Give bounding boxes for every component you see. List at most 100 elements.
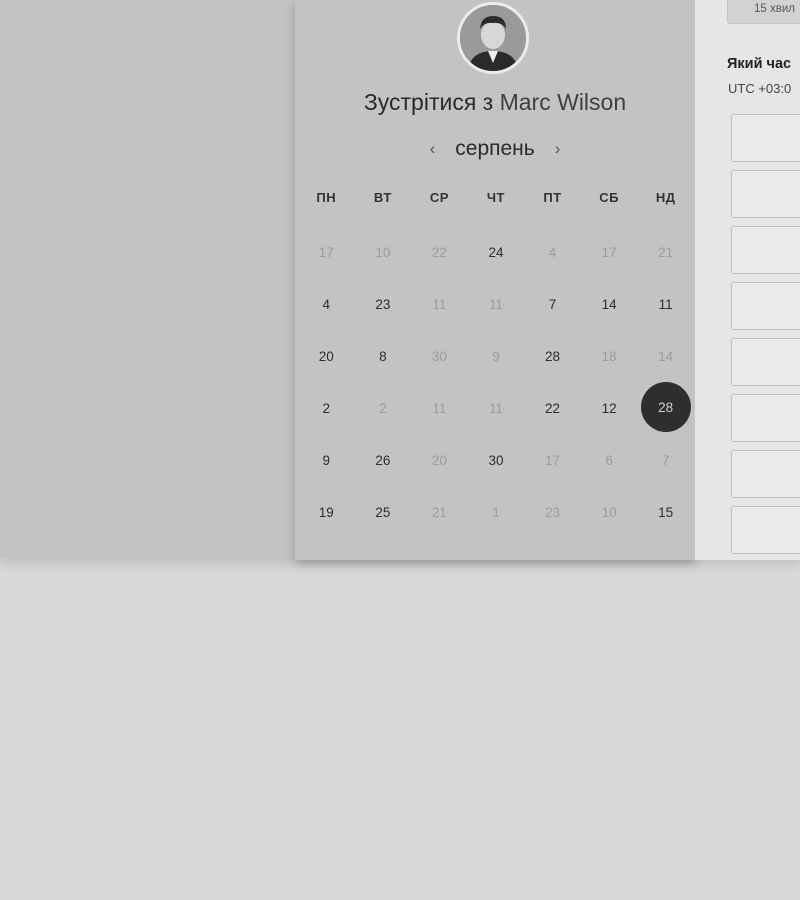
calendar-day-number: 18 xyxy=(601,348,617,364)
calendar-day: 4 xyxy=(524,226,581,278)
calendar-day[interactable]: 9 xyxy=(298,434,355,486)
calendar-day[interactable]: 2 xyxy=(298,382,355,434)
calendar-day-number: 10 xyxy=(601,504,617,520)
calendar-day-number: 7 xyxy=(661,452,670,468)
calendar-day: 21 xyxy=(637,226,694,278)
calendar-day: 11 xyxy=(411,278,468,330)
calendar-day: 30 xyxy=(411,330,468,382)
calendar-day-number: 2 xyxy=(379,400,387,416)
calendar-day[interactable]: 22 xyxy=(524,382,581,434)
calendar-day: 11 xyxy=(411,382,468,434)
calendar-day: 6 xyxy=(581,434,638,486)
calendar-day: 9 xyxy=(468,330,525,382)
calendar-day-number: 17 xyxy=(601,244,617,260)
calendar-day-selected[interactable]: 28 xyxy=(637,382,694,434)
calendar-day-number: 9 xyxy=(322,452,331,468)
calendar-day-number: 11 xyxy=(488,400,503,416)
calendar-day: 20 xyxy=(411,434,468,486)
calendar-day[interactable]: 25 xyxy=(355,486,412,538)
calendar-day: 11 xyxy=(468,278,525,330)
calendar-day[interactable]: 23 xyxy=(355,278,412,330)
calendar-day-number: 11 xyxy=(488,296,503,312)
time-slot-button[interactable] xyxy=(731,506,800,554)
time-slot-button[interactable] xyxy=(731,226,800,274)
calendar-day[interactable]: 26 xyxy=(355,434,412,486)
weekday-label: ЧТ xyxy=(486,190,505,205)
host-avatar xyxy=(457,2,529,74)
timezone-label[interactable]: UTC +03:0 xyxy=(728,81,791,96)
host-name: Marc Wilson xyxy=(499,89,627,115)
weekday-label: ПТ xyxy=(543,190,562,205)
calendar-day[interactable]: 12 xyxy=(581,382,638,434)
calendar-day: 11 xyxy=(468,382,525,434)
calendar-day: 17 xyxy=(581,226,638,278)
calendar-day-number: 4 xyxy=(322,296,331,312)
calendar-day[interactable]: 30 xyxy=(468,434,525,486)
calendar-day-number: 21 xyxy=(431,504,447,520)
calendar-day-number: 30 xyxy=(431,348,447,364)
calendar-day-number: 23 xyxy=(545,504,561,520)
current-month: серпень xyxy=(455,137,535,160)
time-question-heading: Який час xyxy=(727,56,792,72)
chevron-left-icon[interactable]: ‹ xyxy=(428,139,438,159)
booking-calendar-card: Зустрітися з Marc Wilson ‹ серпень › ПН В… xyxy=(295,0,695,560)
calendar-day[interactable]: 20 xyxy=(298,330,355,382)
calendar-day-number: 17 xyxy=(545,452,561,468)
calendar-day: 7 xyxy=(637,434,694,486)
month-navigation: ‹ серпень › xyxy=(295,134,695,164)
weekday-label: ПН xyxy=(316,190,337,205)
weekday-label: ВТ xyxy=(373,190,392,205)
time-slot-button[interactable] xyxy=(731,394,800,442)
calendar-day: 18 xyxy=(581,330,638,382)
calendar-day: 21 xyxy=(411,486,468,538)
calendar-day[interactable]: 24 xyxy=(468,226,525,278)
calendar-day-number: 4 xyxy=(548,244,557,260)
calendar-day-number: 9 xyxy=(492,348,500,364)
calendar-day-number: 20 xyxy=(318,348,334,364)
calendar-day[interactable]: 28 xyxy=(524,330,581,382)
calendar-day[interactable]: 19 xyxy=(298,486,355,538)
calendar-day[interactable]: 14 xyxy=(581,278,638,330)
weekday-label: СБ xyxy=(599,190,619,205)
calendar-day-number: 17 xyxy=(318,244,334,260)
calendar-day-number: 14 xyxy=(601,296,617,312)
time-slot-button[interactable] xyxy=(731,170,800,218)
calendar-day: 14 xyxy=(637,330,694,382)
calendar-day[interactable]: 8 xyxy=(355,330,412,382)
calendar-day: 17 xyxy=(298,226,355,278)
calendar-day: 10 xyxy=(355,226,412,278)
calendar-day-number: 15 xyxy=(658,504,674,520)
page-title: Зустрітися з Marc Wilson xyxy=(295,89,695,116)
calendar-day: 1 xyxy=(468,486,525,538)
time-selection-panel: 15 хвил Який час UTC +03:0 xyxy=(695,0,800,560)
calendar-day[interactable]: 11 xyxy=(637,278,694,330)
calendar-day[interactable]: 7 xyxy=(524,278,581,330)
calendar-day-number: 22 xyxy=(545,400,561,416)
calendar-day: 22 xyxy=(411,226,468,278)
time-slot-button[interactable] xyxy=(731,450,800,498)
chevron-right-icon[interactable]: › xyxy=(553,139,563,159)
calendar-day-number: 11 xyxy=(432,296,447,312)
calendar-day[interactable]: 15 xyxy=(637,486,694,538)
calendar-day-number: 11 xyxy=(432,400,447,416)
calendar-day[interactable]: 4 xyxy=(298,278,355,330)
weekday-label: НД xyxy=(655,190,676,205)
calendar-day-number: 22 xyxy=(431,244,447,260)
calendar-day-number: 14 xyxy=(658,348,674,364)
calendar-day-number: 6 xyxy=(605,452,613,468)
calendar-day-number: 21 xyxy=(658,244,674,260)
calendar-day-number: 26 xyxy=(375,452,391,468)
calendar-day-number: 25 xyxy=(375,504,391,520)
time-slot-button[interactable] xyxy=(731,282,800,330)
calendar-day-number: 23 xyxy=(375,296,391,312)
calendar-day-number: 10 xyxy=(375,244,391,260)
duration-option[interactable]: 15 хвил xyxy=(727,0,800,24)
calendar-day: 10 xyxy=(581,486,638,538)
calendar-day-number: 20 xyxy=(431,452,447,468)
calendar-day: 2 xyxy=(355,382,412,434)
calendar-day: 17 xyxy=(524,434,581,486)
calendar-day-number: 30 xyxy=(488,452,504,468)
calendar-day-number: 28 xyxy=(545,348,561,364)
time-slot-button[interactable] xyxy=(731,338,800,386)
time-slot-button[interactable] xyxy=(731,114,800,162)
